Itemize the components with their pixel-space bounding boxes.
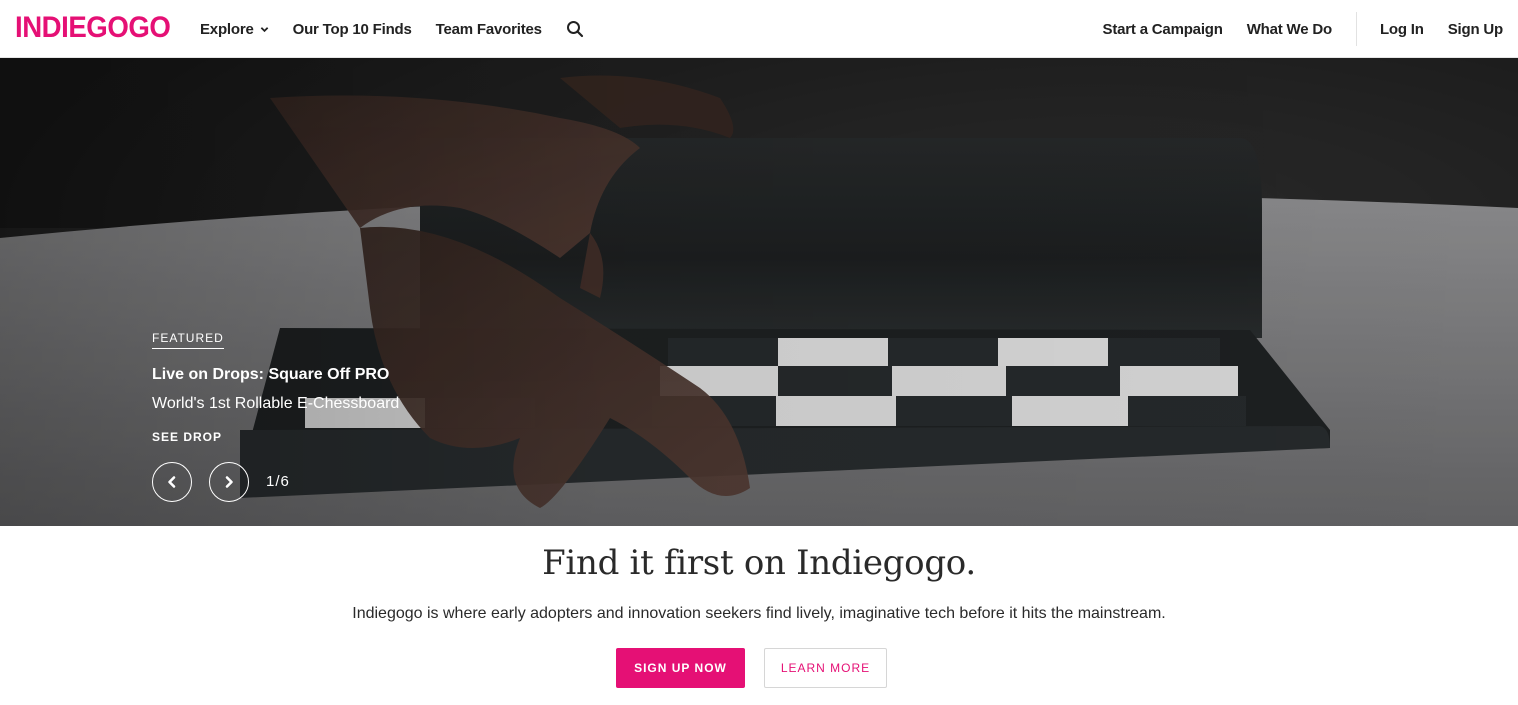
carousel-next-button[interactable]	[209, 462, 249, 502]
chevron-left-icon	[168, 476, 176, 488]
sign-up-now-button[interactable]: SIGN UP NOW	[616, 648, 745, 688]
what-we-do-link[interactable]: What We Do	[1247, 21, 1332, 38]
explore-menu[interactable]: Explore	[200, 21, 269, 38]
learn-more-button[interactable]: LEARN MORE	[764, 648, 887, 688]
page-tagline: Indiegogo is where early adopters and in…	[352, 605, 1166, 622]
start-campaign-link[interactable]: Start a Campaign	[1103, 21, 1223, 38]
page-headline: Find it first on Indiegogo.	[542, 543, 976, 583]
secondary-nav: Start a Campaign What We Do Log In Sign …	[1103, 0, 1503, 58]
sign-up-link[interactable]: Sign Up	[1448, 21, 1503, 38]
primary-nav: Explore Our Top 10 Finds Team Favorites	[200, 0, 584, 58]
explore-label: Explore	[200, 20, 254, 38]
top-navigation-bar: INDIEGOGO Explore Our Top 10 Finds Team …	[0, 0, 1518, 58]
featured-eyebrow: FEATURED	[152, 331, 224, 349]
hero-overlay	[0, 58, 1518, 526]
carousel-prev-button[interactable]	[152, 462, 192, 502]
search-icon[interactable]	[566, 20, 584, 38]
hero-carousel: FEATURED Live on Drops: Square Off PRO W…	[0, 58, 1518, 526]
team-favorites-link[interactable]: Team Favorites	[436, 21, 542, 38]
log-in-link[interactable]: Log In	[1380, 21, 1424, 38]
hero-subtitle: World's 1st Rollable E-Chessboard	[152, 395, 400, 412]
chevron-down-icon	[260, 26, 268, 32]
nav-divider	[1355, 12, 1357, 46]
chevron-right-icon	[225, 476, 233, 488]
indiegogo-logo[interactable]: INDIEGOGO	[15, 11, 171, 45]
hero-title[interactable]: Live on Drops: Square Off PRO	[152, 366, 389, 384]
carousel-counter: 1/6	[266, 473, 290, 490]
top-10-finds-link[interactable]: Our Top 10 Finds	[293, 21, 412, 38]
see-drop-link[interactable]: SEE DROP	[152, 430, 222, 444]
